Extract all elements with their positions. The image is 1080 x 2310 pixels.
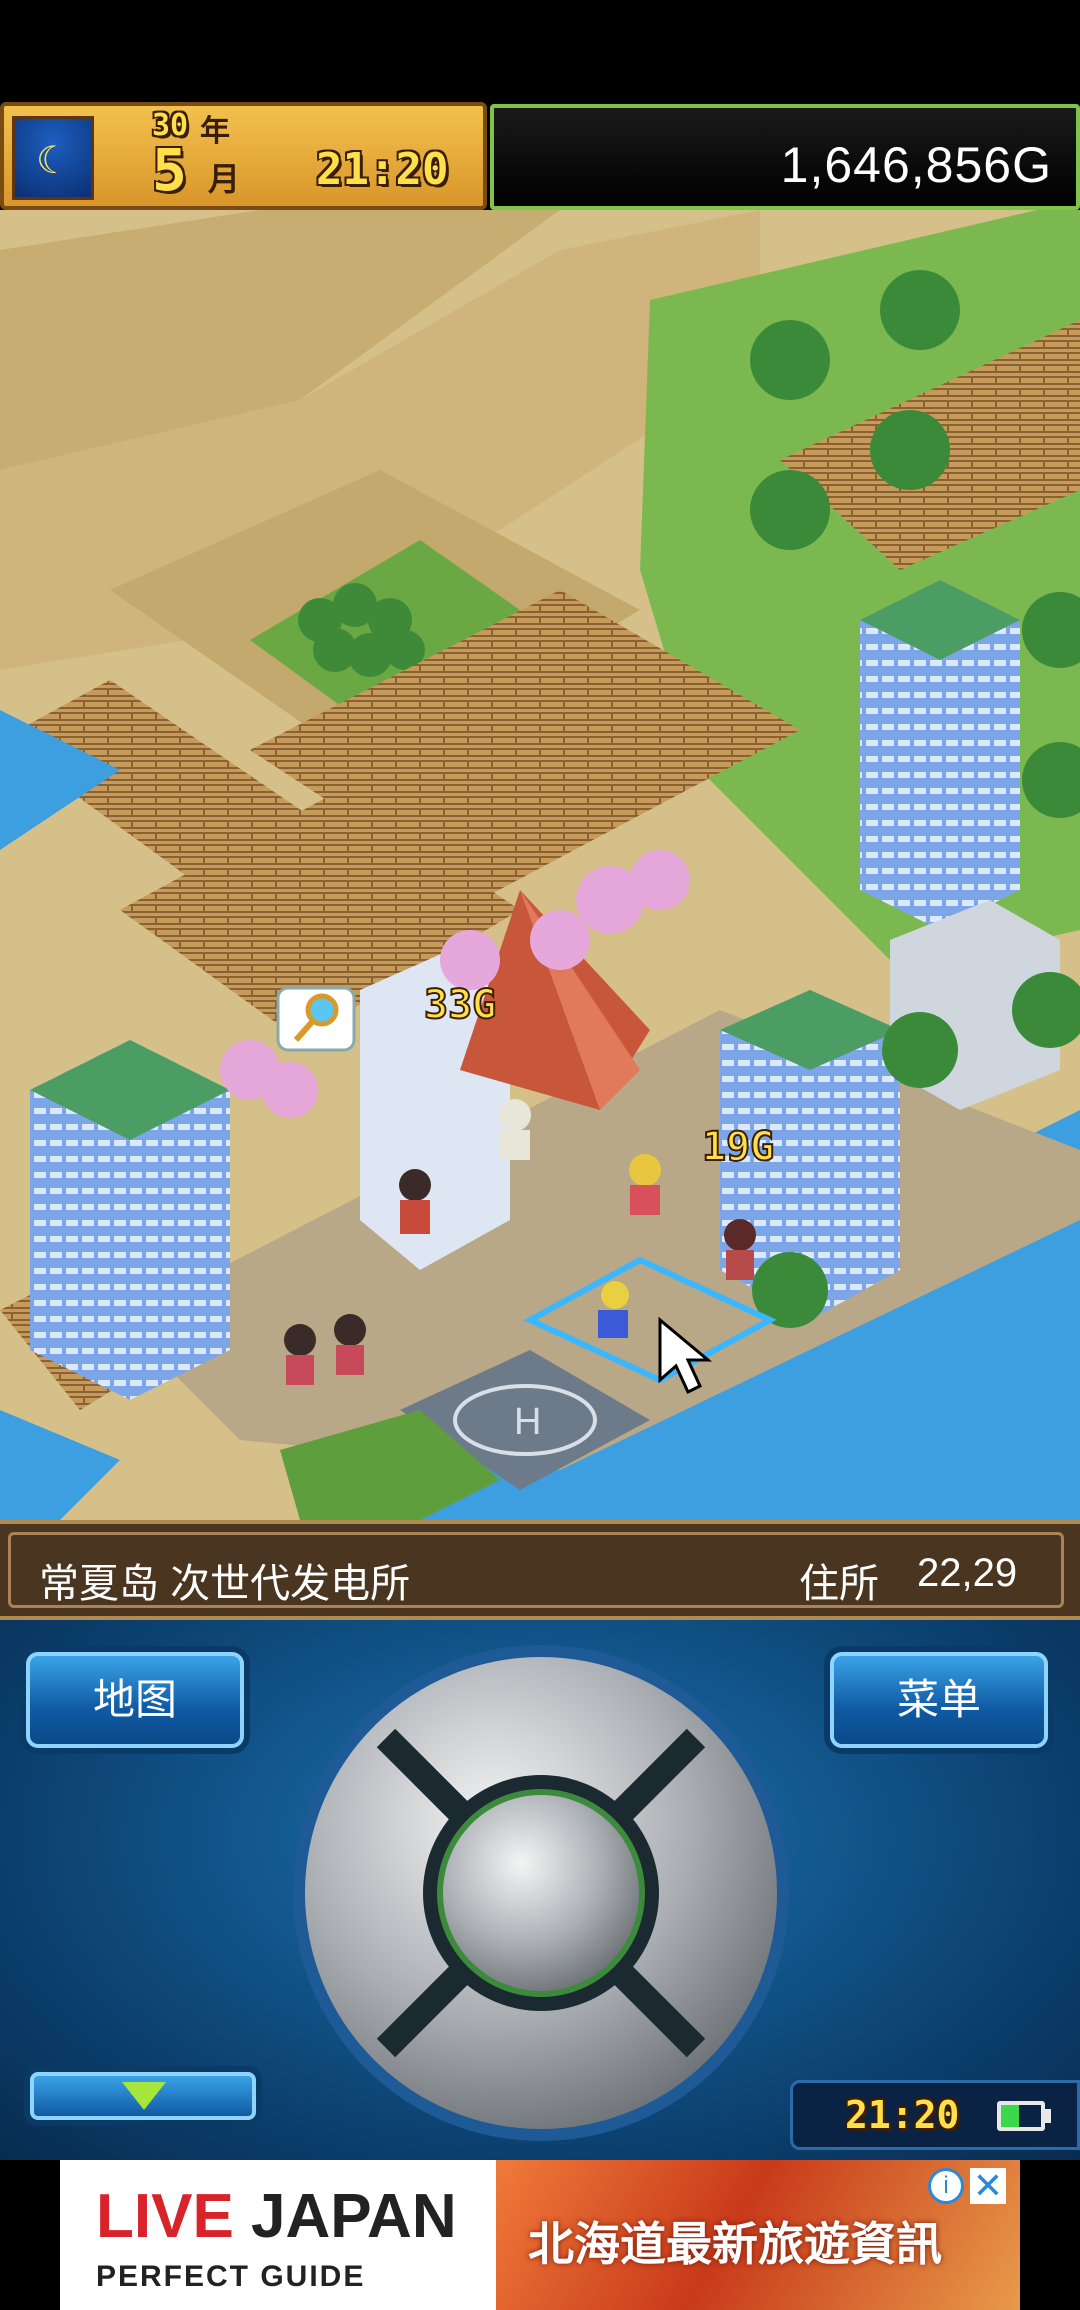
date-time-panel: ☾ 30 年 5 月 21:20 — [0, 102, 487, 210]
chevron-down-icon — [122, 2082, 166, 2110]
money-amount: 1,646,856 — [780, 137, 1013, 193]
collapse-button[interactable] — [30, 2072, 256, 2120]
menu-button[interactable]: 菜单 — [830, 1652, 1048, 1748]
isometric-map[interactable]: H 33G 19G — [0, 210, 1080, 1520]
office-tower[interactable] — [30, 1040, 230, 1400]
map-button[interactable]: 地图 — [26, 1652, 244, 1748]
office-tower[interactable] — [860, 580, 1020, 930]
dpad-center-button[interactable] — [443, 1795, 639, 1991]
ad-banner[interactable]: LIVE JAPAN PERFECT GUIDE 北海道最新旅遊資訊 i ✕ — [60, 2160, 1020, 2310]
address-label: 住所 — [799, 1562, 879, 1606]
ad-headline: 北海道最新旅遊資訊 — [528, 2218, 942, 2270]
address-value: 22,29 — [917, 1551, 1018, 1595]
night-moon-icon: ☾ — [12, 116, 94, 200]
battery-icon — [997, 2101, 1045, 2131]
location-name: 常夏岛 次世代发电所 — [39, 1562, 411, 1606]
year-unit: 年 — [200, 115, 230, 148]
ad-close-icon[interactable]: ✕ — [970, 2168, 1006, 2204]
price-tag: 19G — [702, 1124, 774, 1170]
heliport-letter: H — [514, 1401, 541, 1443]
location-info-bar: 常夏岛 次世代发电所 住所 22,29 — [0, 1520, 1080, 1620]
month-number: 5 — [152, 136, 187, 204]
price-tag: 33G — [424, 982, 496, 1028]
device-clock: 21:20 — [790, 2080, 1080, 2150]
ad-info-icon[interactable]: i — [928, 2168, 964, 2204]
directional-pad[interactable] — [288, 1640, 794, 2146]
month-unit: 月 — [208, 161, 241, 197]
ad-brand-japan: JAPAN — [251, 2182, 457, 2251]
money-unit: G — [1012, 137, 1052, 193]
money-display: 1,646,856G — [490, 104, 1080, 210]
magnifier-bubble-icon[interactable] — [276, 986, 356, 1052]
device-time: 21:20 — [845, 2093, 960, 2137]
ad-brand-live: LIVE — [96, 2182, 234, 2251]
ad-tagline: PERFECT GUIDE — [96, 2260, 366, 2293]
game-time: 21:20 — [316, 144, 449, 195]
